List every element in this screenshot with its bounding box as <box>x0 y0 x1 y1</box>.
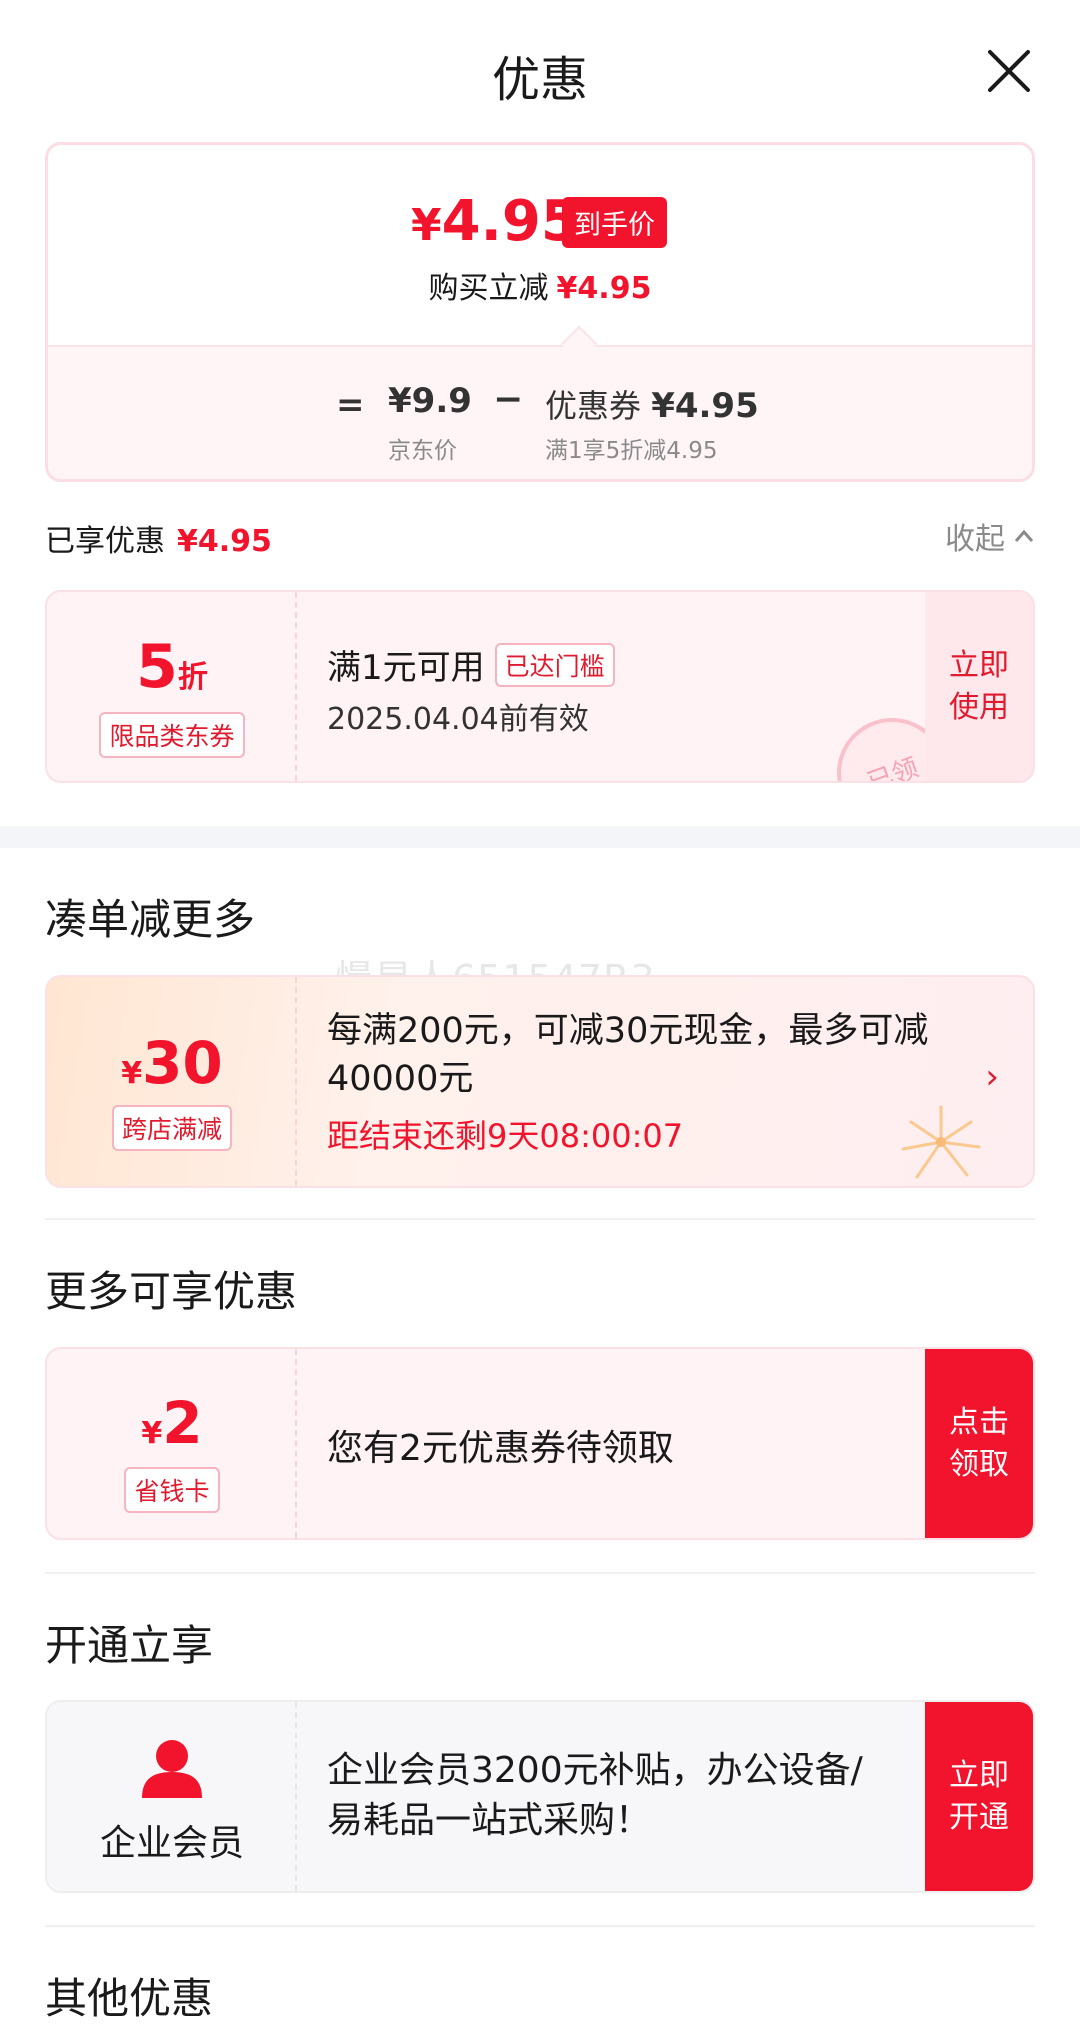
sheet-title: 优惠 <box>491 52 588 108</box>
promo-type-wrap: 跨店满减 <box>47 1105 297 1151</box>
currency-symbol: ¥ <box>411 200 442 251</box>
claim-button[interactable]: 点击领取 <box>925 1349 1033 1538</box>
coupon-condition-line: 满1元可用 已达门槛 <box>327 640 615 689</box>
coupon-expiry: 2025.04.04前有效 <box>327 702 589 737</box>
coupon-label: 优惠券 <box>545 387 642 425</box>
final-price-area: ¥4.95 到手价 购买立减 ¥4.95 <box>48 145 1032 345</box>
coupon-deduction: 优惠券 ¥4.95 <box>545 381 759 427</box>
price-summary: ¥4.95 到手价 购买立减 ¥4.95 = ¥9.9 京东价 − 优惠券 ¥4.… <box>45 142 1035 482</box>
reduce-amount: ¥4.95 <box>556 271 652 306</box>
saver-type-tag: 省钱卡 <box>124 1467 220 1513</box>
threshold-reached-badge: 已达门槛 <box>494 643 615 687</box>
member-type-label: 企业会员 <box>99 1823 244 1864</box>
saver-description: 您有2元优惠券待领取 <box>327 1428 674 1469</box>
divider-line <box>45 1572 1035 1574</box>
promo-description: 每满200元，可减30元现金，最多可减40000元 <box>327 1011 929 1099</box>
coupon-value-panel: 5折 限品类东券 <box>47 592 297 781</box>
base-price: ¥9.9 <box>388 381 472 421</box>
saver-value: ¥2 <box>47 1389 297 1457</box>
divider-line <box>45 1925 1035 1927</box>
member-panel: 企业会员 <box>47 1702 297 1891</box>
section-title-more: 更多可享优惠 <box>45 1267 298 1316</box>
price-breakdown: = ¥9.9 京东价 − 优惠券 ¥4.95 满1享5折减4.95 <box>48 345 1032 479</box>
promo-countdown: 距结束还剩9天08:00:07 <box>327 1117 684 1155</box>
coupon-value-number: 5 <box>136 632 178 702</box>
divider-line <box>45 1218 1035 1220</box>
bundle-promo-card[interactable]: ¥30 跨店满减 每满200元，可减30元现金，最多可减40000元 距结束还剩… <box>45 975 1035 1188</box>
minus-sign: − <box>493 379 524 420</box>
promo-value: ¥30 <box>47 1029 297 1097</box>
coupon-type-wrap: 限品类东券 <box>47 712 297 758</box>
reduce-label: 购买立减 <box>428 271 549 306</box>
saver-value-number: 2 <box>162 1389 203 1457</box>
section-divider <box>0 826 1080 848</box>
chevron-up-icon <box>1014 529 1034 542</box>
final-price: ¥4.95 <box>411 189 580 254</box>
activate-button[interactable]: 立即开通 <box>925 1702 1033 1891</box>
final-price-value: 4.95 <box>441 189 580 254</box>
instant-reduce: 购买立减 ¥4.95 <box>48 263 1032 307</box>
firework-icon <box>901 1105 981 1179</box>
promo-value-panel: ¥30 跨店满减 <box>47 977 297 1186</box>
coupon-amount: ¥4.95 <box>651 386 759 426</box>
saver-value-panel: ¥2 省钱卡 <box>47 1349 297 1538</box>
close-icon[interactable] <box>984 46 1034 96</box>
promo-value-number: 30 <box>142 1029 223 1097</box>
enjoyed-discount: 已享优惠 ¥4.95 <box>45 516 272 560</box>
saver-type-wrap: 省钱卡 <box>47 1467 297 1513</box>
section-title-other: 其他优惠 <box>45 1974 214 2023</box>
chevron-right-icon: › <box>985 1057 999 1097</box>
promo-currency: ¥ <box>121 1056 143 1091</box>
final-price-badge: 到手价 <box>562 197 667 248</box>
enjoyed-amount: ¥4.95 <box>177 524 272 559</box>
promo-type-tag: 跨店满减 <box>111 1105 232 1151</box>
member-description: 企业会员3200元补贴，办公设备/易耗品一站式采购！ <box>327 1750 863 1841</box>
base-price-label: 京东价 <box>388 438 457 464</box>
enjoyed-label: 已享优惠 <box>45 524 165 559</box>
collapse-label: 收起 <box>945 522 1005 557</box>
use-now-button[interactable]: 立即使用 <box>925 592 1033 781</box>
coupon-value: 5折 <box>47 632 297 702</box>
coupon-condition: 满1元可用 <box>327 648 485 688</box>
saver-card: ¥2 省钱卡 您有2元优惠券待领取 点击领取 <box>45 1347 1035 1540</box>
section-title-open: 开通立享 <box>45 1621 214 1670</box>
collapse-button[interactable]: 收起 <box>945 514 1035 558</box>
coupon-rule: 满1享5折减4.95 <box>545 438 718 464</box>
coupon-sheet: 优惠 ¥4.95 到手价 购买立减 ¥4.95 = ¥9.9 京东价 − 优惠券 … <box>0 0 1080 2044</box>
coupon-value-unit: 折 <box>177 660 208 695</box>
person-icon <box>142 1740 202 1798</box>
section-title-bundle: 凑单减更多 <box>45 895 256 944</box>
discount-coupon-card: 5折 限品类东券 满1元可用 已达门槛 2025.04.04前有效 已领 立即使用 <box>45 590 1035 783</box>
enterprise-member-card: 企业会员 企业会员3200元补贴，办公设备/易耗品一站式采购！ 立即开通 <box>45 1700 1035 1893</box>
saver-currency: ¥ <box>141 1416 163 1451</box>
coupon-type-tag: 限品类东券 <box>99 712 245 758</box>
equals-sign: = <box>336 385 365 425</box>
